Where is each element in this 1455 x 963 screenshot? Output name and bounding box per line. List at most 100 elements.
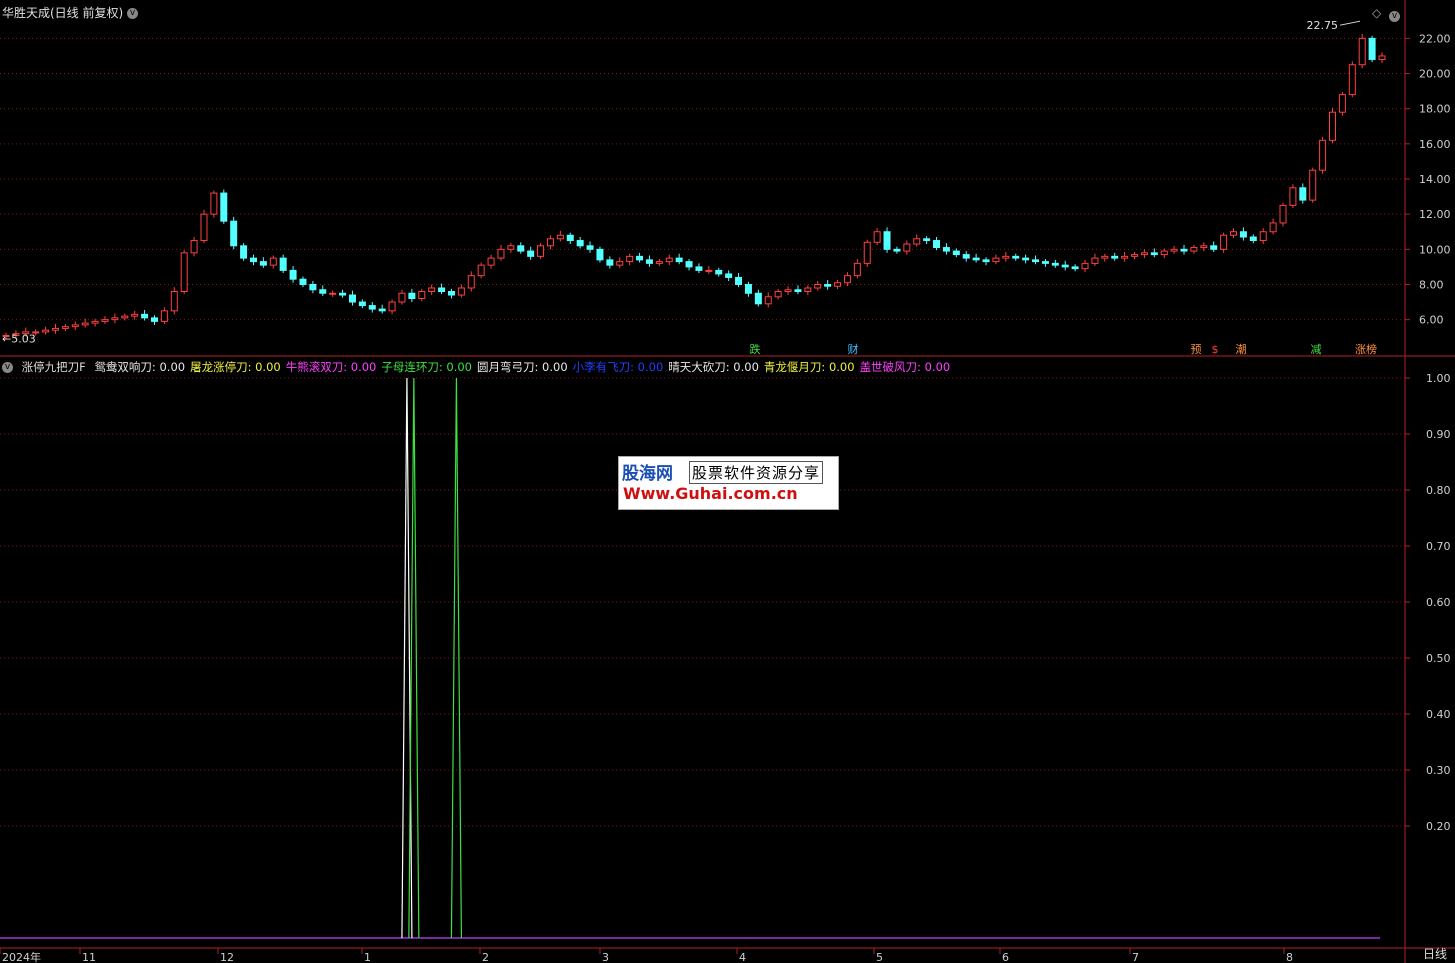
- candle-body: [1230, 231, 1238, 236]
- candle-body: [556, 234, 564, 240]
- candle-body: [240, 245, 248, 259]
- candle-body: [834, 282, 842, 287]
- candle-body: [764, 296, 772, 305]
- candle-body: [180, 252, 188, 293]
- indicator-line-5: 圆月弯弓刀: 0.00: [477, 360, 568, 374]
- candle-body: [339, 292, 347, 296]
- ytick-label-ind: 0.60: [1426, 596, 1451, 609]
- candle-body: [636, 255, 644, 261]
- candle-body: [299, 278, 307, 285]
- candle-body: [804, 287, 812, 293]
- candle-body: [249, 257, 257, 263]
- signal-marker: 潮: [1236, 342, 1247, 356]
- ytick-label-ind: 0.30: [1426, 764, 1451, 777]
- candle-body: [467, 275, 475, 289]
- candle-body: [141, 313, 149, 319]
- candle-body: [447, 291, 455, 296]
- candle-body: [457, 287, 465, 296]
- candle-body: [923, 238, 931, 242]
- candle-body: [1299, 187, 1307, 201]
- ytick-label-ind: 0.80: [1426, 484, 1451, 497]
- candle-body: [1200, 245, 1208, 249]
- candle-body: [1071, 266, 1079, 270]
- candle-body: [368, 305, 376, 310]
- candle-body: [1012, 255, 1020, 259]
- candle-body: [992, 257, 1000, 263]
- candle-body: [1022, 257, 1030, 261]
- candle-body: [913, 238, 921, 245]
- chevron-down-icon[interactable]: v: [127, 8, 139, 19]
- candle-body: [1041, 261, 1049, 264]
- candle-body: [645, 259, 653, 264]
- candle-body: [289, 269, 297, 280]
- candle-body: [933, 240, 941, 249]
- chevron-down-icon[interactable]: v: [2, 362, 13, 373]
- signal-marker: 财: [848, 342, 859, 356]
- candle-body: [675, 257, 683, 263]
- candle-body: [824, 283, 832, 287]
- candle-body: [903, 243, 911, 252]
- candle-body: [1378, 55, 1386, 60]
- xtick-label: 11: [82, 951, 96, 963]
- candle-body: [517, 245, 525, 252]
- candle-body: [111, 317, 119, 321]
- signal-marker: 涨榜: [1355, 342, 1377, 356]
- candle-body: [230, 220, 238, 247]
- candle-body: [121, 315, 129, 319]
- candle-body: [725, 273, 733, 278]
- candle-body: [942, 247, 950, 252]
- candle-body: [853, 262, 861, 277]
- candle-body: [735, 276, 743, 285]
- candle-body: [576, 240, 584, 247]
- indicator-line-6: 小李有飞刀: 0.00: [572, 360, 664, 374]
- candle-body: [893, 248, 901, 252]
- candle-body: [319, 289, 327, 294]
- candle-body: [794, 289, 802, 293]
- candle-body: [269, 257, 277, 266]
- candle-body: [873, 231, 881, 243]
- candle-body: [1180, 248, 1188, 252]
- candle-body: [1051, 262, 1059, 266]
- candle-body: [982, 259, 990, 263]
- candle-body: [784, 289, 792, 293]
- candle-body: [160, 310, 168, 322]
- candle-body: [71, 324, 79, 328]
- candle-body: [42, 329, 50, 333]
- candle-body: [507, 245, 515, 250]
- candle-body: [329, 292, 337, 295]
- xtick-label: 2024年: [2, 950, 41, 963]
- period-button[interactable]: 日线: [1423, 945, 1447, 962]
- high-price-label: 22.75: [1307, 19, 1339, 32]
- candle-body: [665, 257, 673, 263]
- candle-body: [685, 261, 693, 268]
- candle-body: [81, 322, 89, 326]
- candle-body: [408, 292, 416, 300]
- low-price-label: ←5.03: [2, 333, 36, 346]
- candle-body: [1190, 247, 1198, 252]
- ytick-label-main: 18.00: [1419, 103, 1451, 116]
- indicator-spike: [408, 377, 420, 939]
- xtick-label: 7: [1132, 951, 1139, 963]
- candle-body: [418, 291, 426, 300]
- candle-body: [1091, 257, 1099, 264]
- candle-body: [210, 192, 218, 215]
- ytick-label-ind: 0.70: [1426, 540, 1451, 553]
- candle-body: [655, 261, 663, 264]
- candle-body: [616, 261, 624, 266]
- candle-body: [1329, 111, 1337, 141]
- ytick-label-ind: 0.90: [1426, 428, 1451, 441]
- signal-marker: 减: [1311, 343, 1322, 356]
- chart-title-text: 华胜天成(日线 前复权): [2, 6, 124, 20]
- candle-body: [438, 287, 446, 293]
- candle-body: [1319, 139, 1327, 171]
- candle-body: [150, 317, 158, 322]
- candle-body: [1239, 231, 1247, 238]
- candle-body: [279, 257, 287, 271]
- diamond-icon[interactable]: ◇: [1372, 6, 1381, 20]
- candle-body: [428, 287, 436, 293]
- chevron-down-icon[interactable]: v: [1389, 6, 1400, 25]
- candle-body: [596, 248, 604, 261]
- candle-body: [814, 283, 822, 289]
- indicator-name: 涨停九把刀F: [21, 360, 86, 374]
- candle-body: [200, 213, 208, 242]
